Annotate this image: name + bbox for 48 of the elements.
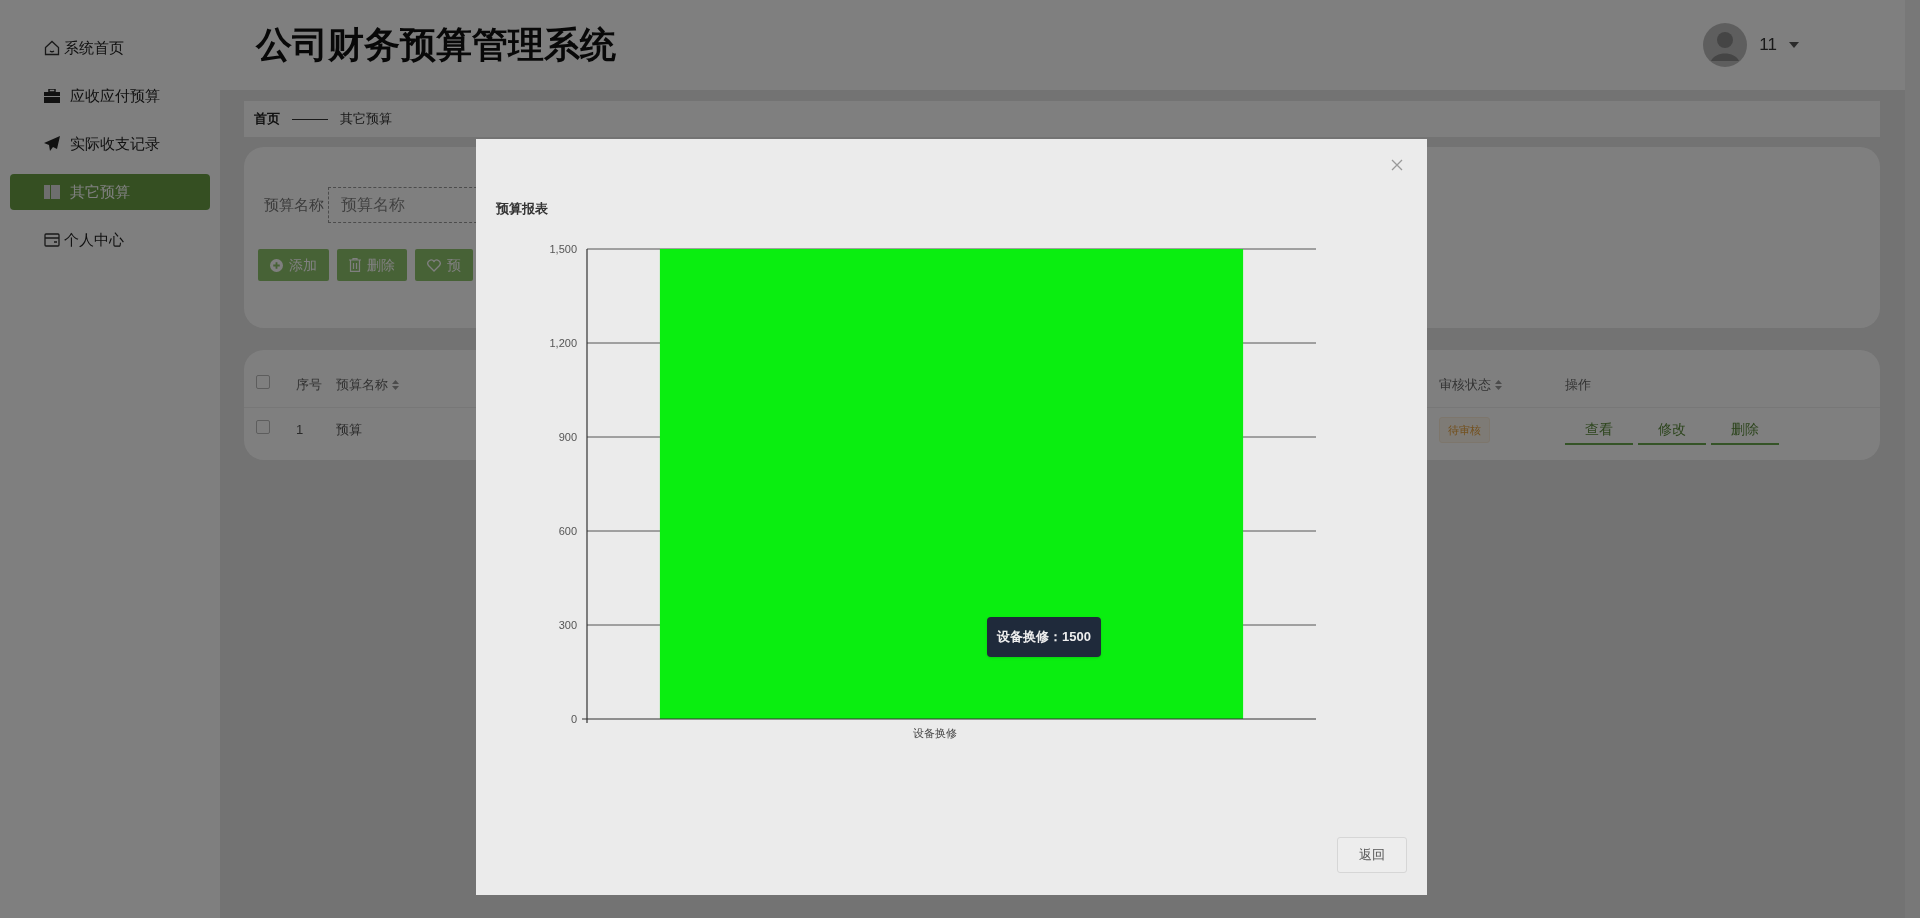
tick-label: 0 (570, 712, 577, 725)
sidebar-item[interactable]: 实际收支记录 (10, 126, 210, 162)
avatar-icon[interactable] (1703, 23, 1748, 67)
delete-button[interactable]: 删除 (337, 249, 407, 281)
trash-icon (349, 258, 361, 272)
caret-icon[interactable] (1789, 42, 1799, 48)
breadcrumb-link[interactable]: 首页 (254, 109, 280, 129)
book-icon (44, 184, 60, 200)
sidebar-item[interactable]: 其它预算 (10, 174, 210, 210)
status-tag: 待审核 (1439, 416, 1490, 444)
chart-tooltip: 设备换修：1500 (987, 617, 1101, 657)
table-cell: 预算 (336, 422, 362, 438)
action-link[interactable]: 查看 (1565, 415, 1633, 445)
plus-icon (270, 258, 283, 272)
sort-icon[interactable] (1495, 379, 1502, 390)
tick-label: 1,500 (549, 242, 577, 255)
card-icon (44, 233, 60, 247)
column-header[interactable]: 预算名称 (336, 374, 388, 395)
page-title: 公司财务预算管理系统 (256, 23, 616, 67)
category-label: 设备换修 (912, 726, 957, 739)
heart-icon (427, 258, 441, 272)
tick-label: 900 (558, 430, 577, 443)
table-cell: 1 (296, 422, 304, 438)
briefcase-icon (44, 89, 60, 103)
chart-title: 预算报表 (495, 200, 549, 218)
return-button[interactable]: 返回 (1337, 837, 1407, 873)
column-header[interactable]: 审核状态 (1439, 374, 1491, 395)
sidebar-item[interactable]: 个人中心 (10, 222, 210, 258)
add-button[interactable]: 添加 (258, 249, 329, 281)
sidebar-item[interactable]: 系统首页 (10, 30, 210, 66)
checkbox[interactable] (256, 374, 270, 389)
field-label: 预算名称 (264, 194, 324, 215)
home-icon (44, 40, 60, 56)
sort-icon[interactable] (392, 379, 399, 390)
action-link[interactable]: 删除 (1711, 415, 1779, 445)
checkbox[interactable] (256, 420, 270, 435)
tick-label: 300 (558, 618, 577, 631)
tick-label: 600 (558, 524, 577, 537)
sidebar-item[interactable]: 应收应付预算 (10, 78, 210, 114)
paper-plane-icon (44, 136, 60, 152)
action-button[interactable]: 预 (415, 249, 473, 281)
user-name[interactable]: 11 (1759, 32, 1777, 58)
breadcrumb-link[interactable]: 其它预算 (340, 109, 392, 129)
close-icon[interactable] (1391, 159, 1403, 171)
tick-label: 1,200 (549, 336, 577, 349)
column-header[interactable]: 序号 (296, 374, 322, 395)
column-header[interactable]: 操作 (1565, 374, 1591, 395)
action-link[interactable]: 修改 (1638, 415, 1706, 445)
